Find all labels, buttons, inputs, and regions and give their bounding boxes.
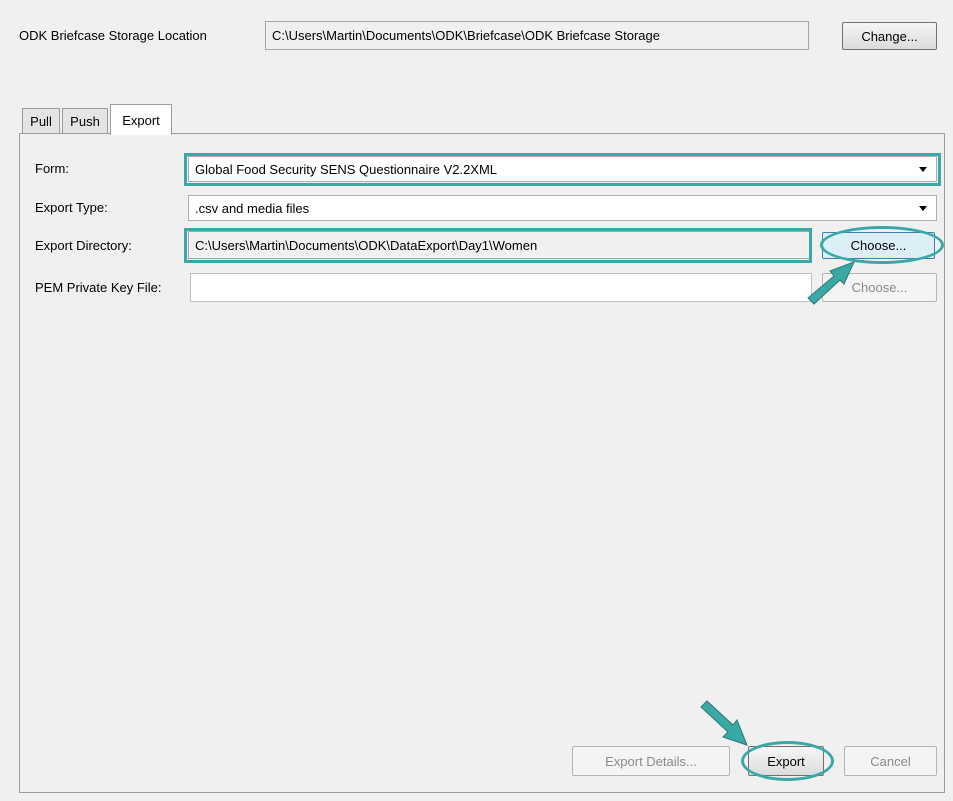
- form-select-value: Global Food Security SENS Questionnaire …: [195, 161, 498, 177]
- arrow-to-choose-icon: [807, 261, 855, 305]
- cancel-button[interactable]: Cancel: [844, 746, 937, 776]
- change-storage-button[interactable]: Change...: [842, 22, 937, 50]
- export-type-label: Export Type:: [35, 200, 108, 215]
- pem-key-label: PEM Private Key File:: [35, 280, 162, 295]
- pem-key-field[interactable]: [190, 273, 812, 302]
- export-type-select-value: .csv and media files: [195, 200, 310, 216]
- export-directory-label: Export Directory:: [35, 238, 132, 253]
- export-directory-field: C:\Users\Martin\Documents\ODK\DataExport…: [188, 231, 810, 259]
- tab-export[interactable]: Export: [110, 104, 172, 135]
- export-button[interactable]: Export: [748, 746, 824, 776]
- form-select[interactable]: Global Food Security SENS Questionnaire …: [188, 156, 937, 182]
- dropdown-arrow-icon[interactable]: [919, 167, 927, 172]
- export-type-select[interactable]: .csv and media files: [188, 195, 937, 221]
- storage-location-label: ODK Briefcase Storage Location: [19, 28, 207, 43]
- dropdown-arrow-icon[interactable]: [919, 206, 927, 211]
- arrow-to-export-icon: [700, 700, 748, 746]
- form-label: Form:: [35, 161, 69, 176]
- storage-location-field: C:\Users\Martin\Documents\ODK\Briefcase\…: [265, 21, 809, 50]
- tab-push[interactable]: Push: [62, 108, 108, 133]
- tab-pull[interactable]: Pull: [22, 108, 60, 133]
